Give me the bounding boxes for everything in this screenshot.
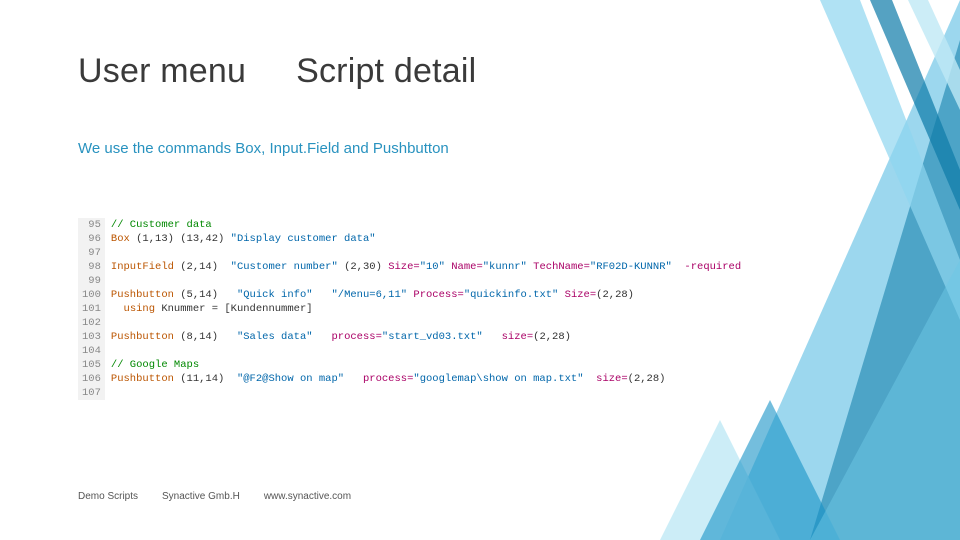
title-row: User menu Script detail — [78, 52, 476, 91]
code-line: Box (1,13) (13,42) "Display customer dat… — [111, 232, 741, 246]
code-line: InputField (2,14) "Customer number" (2,3… — [111, 260, 741, 274]
code-line: Pushbutton (8,14) "Sales data" process="… — [111, 330, 741, 344]
title-left: User menu — [78, 52, 246, 91]
code-line — [111, 344, 741, 358]
footer-middle: Synactive Gmb.H — [162, 491, 240, 502]
code-line — [111, 316, 741, 330]
title-right: Script detail — [296, 52, 476, 91]
slide: User menu Script detail We use the comma… — [0, 0, 960, 540]
code-body: // Customer dataBox (1,13) (13,42) "Disp… — [105, 218, 741, 400]
code-line — [111, 246, 741, 260]
code-line: // Google Maps — [111, 358, 741, 372]
code-gutter: 9596979899100101102103104105106107 — [78, 218, 105, 400]
subtitle: We use the commands Box, Input.Field and… — [78, 140, 449, 157]
footer-right: www.synactive.com — [264, 491, 351, 502]
footer-left: Demo Scripts — [78, 491, 138, 502]
code-line: using Knummer = [Kundennummer] — [111, 302, 741, 316]
code-line: Pushbutton (11,14) "@F2@Show on map" pro… — [111, 372, 741, 386]
code-line — [111, 274, 741, 288]
code-line — [111, 386, 741, 400]
code-block: 9596979899100101102103104105106107 // Cu… — [78, 218, 741, 400]
code-line: Pushbutton (5,14) "Quick info" "/Menu=6,… — [111, 288, 741, 302]
code-line: // Customer data — [111, 218, 741, 232]
footer: Demo Scripts Synactive Gmb.H www.synacti… — [78, 491, 351, 502]
